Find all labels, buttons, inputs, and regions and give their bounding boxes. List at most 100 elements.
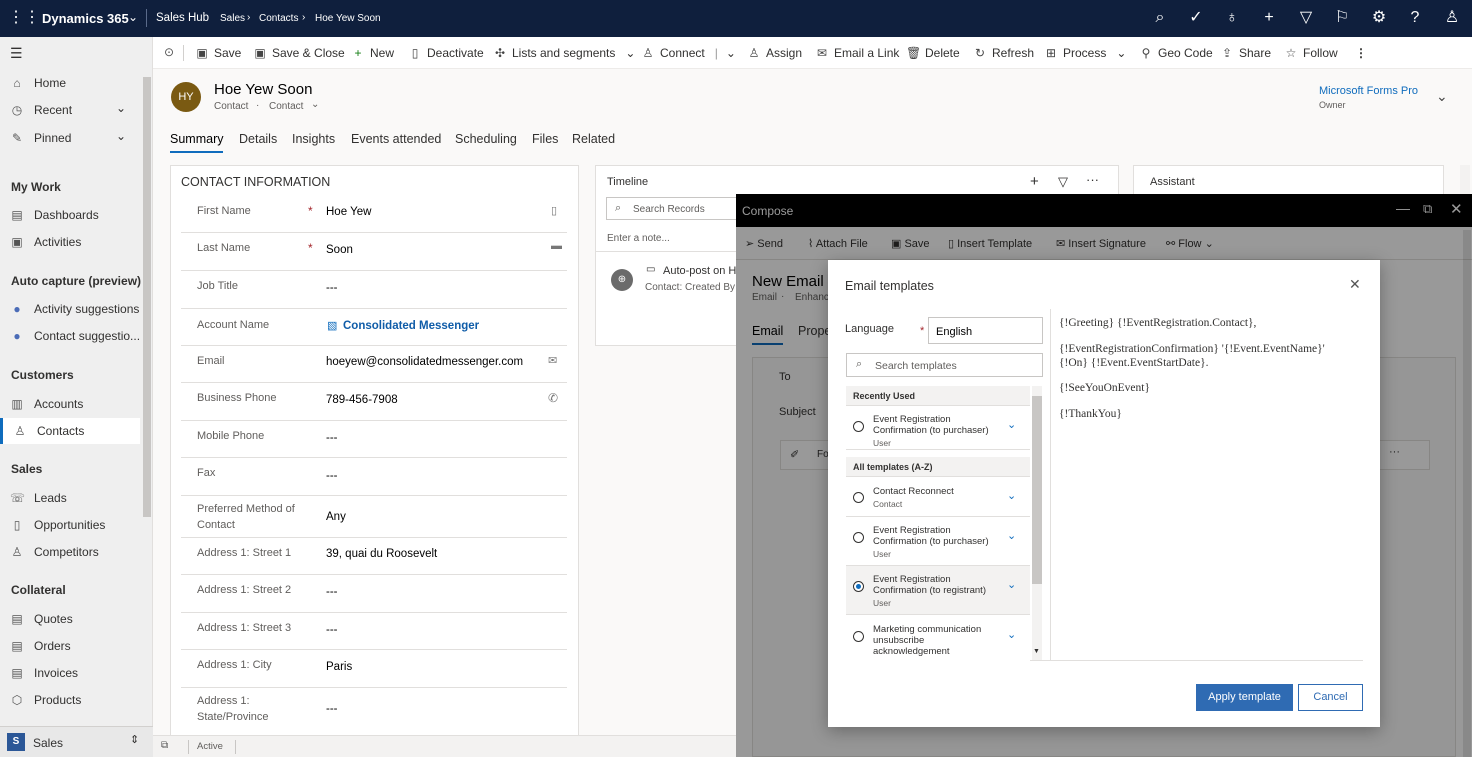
tab-insights[interactable]: Insights (292, 132, 335, 146)
app-launcher-icon[interactable]: ⋮⋮ (8, 8, 40, 28)
template-search-input[interactable]: ⌕ Search templates (846, 353, 1043, 377)
sidebar-item-accounts[interactable]: ▥ Accounts (0, 391, 140, 417)
app-title[interactable]: Dynamics 365 (42, 11, 129, 26)
sidebar-item-pinned[interactable]: ✎ Pinned ⌄ (0, 125, 140, 151)
tab-details[interactable]: Details (239, 132, 277, 146)
refresh-button[interactable]: ↻ Refresh (973, 46, 1034, 60)
scroll-down-icon[interactable]: ▼ (1033, 648, 1040, 655)
chevron-down-icon[interactable]: ⌄ (116, 101, 126, 115)
help-icon[interactable]: ? (1405, 8, 1425, 28)
chevron-down-icon[interactable]: ⌄ (1007, 489, 1016, 502)
field-fax[interactable]: Fax --- (181, 458, 567, 496)
tab-files[interactable]: Files (532, 132, 558, 146)
chevron-down-icon[interactable]: ⌄ (1007, 578, 1016, 591)
form-selector[interactable]: Contact (269, 101, 303, 112)
template-item[interactable]: Contact Reconnect Contact ⌄ (846, 477, 1030, 517)
lists-segments-button[interactable]: ✣ Lists and segments ⌄ (493, 46, 635, 60)
sidebar-item-opportunities[interactable]: ▯ Opportunities (0, 512, 140, 538)
deactivate-button[interactable]: ▯ Deactivate (408, 46, 484, 60)
field-mobile-phone[interactable]: Mobile Phone --- (181, 421, 567, 458)
template-item[interactable]: Event Registration Confirmation (to purc… (846, 406, 1030, 450)
field-city[interactable]: Address 1: City Paris (181, 650, 567, 688)
search-icon[interactable]: ⌕ (1150, 8, 1170, 28)
area-switcher[interactable]: S Sales ⇕ (0, 726, 153, 757)
field-email[interactable]: Email hoeyew@consolidatedmessenger.com ✉ (181, 346, 567, 383)
hamburger-icon[interactable]: ☰ (10, 45, 23, 62)
new-button[interactable]: + New (351, 46, 394, 60)
timeline-post-title[interactable]: Auto-post on H (663, 265, 736, 277)
sidebar-item-leads[interactable]: ☏ Leads (0, 485, 140, 511)
field-first-name[interactable]: First Name * Hoe Yew ▯ (181, 195, 567, 233)
timeline-search[interactable]: ⌕ Search Records (606, 197, 746, 220)
task-icon[interactable]: ✓ (1186, 8, 1206, 28)
radio-button[interactable] (853, 532, 864, 543)
cancel-button[interactable]: Cancel (1298, 684, 1363, 711)
open-window-icon[interactable]: ⧉ (161, 740, 168, 751)
template-item[interactable]: Marketing communication unsubscribe ackn… (846, 615, 1030, 661)
add-icon[interactable]: + (1030, 173, 1039, 190)
field-street-1[interactable]: Address 1: Street 1 39, quai du Roosevelt (181, 538, 567, 575)
send-email-icon[interactable]: ✉ (548, 354, 557, 367)
owner-link[interactable]: Microsoft Forms Pro (1319, 85, 1418, 97)
tab-related[interactable]: Related (572, 132, 615, 146)
assistant-icon[interactable]: ⚐ (1332, 8, 1352, 28)
save-close-button[interactable]: ▣ Save & Close (253, 46, 344, 60)
lightbulb-icon[interactable]: ♁ (1222, 8, 1242, 28)
chevron-down-icon[interactable]: ⌄ (311, 99, 319, 110)
field-state-province[interactable]: Address 1: State/Province --- (181, 688, 567, 730)
assign-button[interactable]: ♙ Assign (747, 46, 802, 60)
chevron-down-icon[interactable]: ⌄ (1007, 628, 1016, 641)
template-list-scrollbar[interactable]: ▼ (1032, 386, 1042, 660)
sidebar-item-quotes[interactable]: ▤ Quotes (0, 606, 140, 632)
user-icon[interactable]: ♙ (1442, 8, 1462, 28)
sidebar-item-home[interactable]: ⌂ Home (0, 70, 140, 96)
field-street-2[interactable]: Address 1: Street 2 --- (181, 575, 567, 613)
field-street-3[interactable]: Address 1: Street 3 --- (181, 613, 567, 650)
process-button[interactable]: ⊞ Process ⌄ (1044, 46, 1126, 60)
sidebar-item-activities[interactable]: ▣ Activities (0, 229, 140, 255)
field-job-title[interactable]: Job Title --- (181, 271, 567, 309)
header-expand-chevron-icon[interactable]: ⌄ (1436, 88, 1448, 105)
apply-template-button[interactable]: Apply template (1196, 684, 1293, 711)
sidebar-item-invoices[interactable]: ▤ Invoices (0, 660, 140, 686)
field-last-name[interactable]: Last Name * Soon ▬ (181, 233, 567, 271)
settings-icon[interactable]: ⚙ (1369, 8, 1389, 28)
back-icon[interactable]: ⊙ (164, 45, 174, 59)
more-icon[interactable]: ··· (1086, 172, 1099, 187)
sidebar-item-contact-suggestions[interactable]: ● Contact suggestio... (0, 323, 140, 349)
filter-icon[interactable]: ▽ (1296, 8, 1316, 28)
note-input[interactable]: Enter a note... (607, 233, 670, 244)
template-item-selected[interactable]: Event Registration Confirmation (to regi… (846, 566, 1030, 615)
chevron-down-icon[interactable]: ⌄ (1007, 529, 1016, 542)
tab-summary[interactable]: Summary (170, 132, 223, 146)
sidebar-item-orders[interactable]: ▤ Orders (0, 633, 140, 659)
connect-button[interactable]: ♙ Connect | ⌄ (641, 46, 736, 60)
field-preferred-method[interactable]: Preferred Method of Contact Any (181, 496, 567, 538)
chevron-down-icon[interactable]: ⌄ (726, 46, 736, 60)
sidebar-item-competitors[interactable]: ♙ Competitors (0, 539, 140, 565)
hub-name[interactable]: Sales Hub (156, 12, 209, 24)
filter-icon[interactable]: ▽ (1058, 174, 1068, 190)
chevron-down-icon[interactable]: ⌄ (1007, 418, 1016, 431)
share-button[interactable]: ⇪ Share (1220, 46, 1271, 60)
email-link-button[interactable]: ✉ Email a Link (815, 46, 899, 60)
sidebar-scrollbar[interactable] (143, 77, 151, 517)
sidebar-item-products[interactable]: ⬡ Products (0, 687, 140, 713)
chevron-down-icon[interactable]: ⌄ (128, 10, 138, 24)
more-commands-icon[interactable]: ⋮ (1355, 46, 1367, 60)
compose-scrollbar[interactable] (1463, 230, 1471, 757)
language-select[interactable]: English (928, 317, 1043, 344)
sidebar-item-recent[interactable]: ◷ Recent ⌄ (0, 97, 140, 123)
breadcrumb-contacts[interactable]: Contacts (259, 13, 298, 24)
chevron-down-icon[interactable]: ⌄ (116, 129, 126, 143)
field-account-name[interactable]: Account Name ▧ Consolidated Messenger (181, 309, 567, 346)
follow-button[interactable]: ☆ Follow (1284, 46, 1338, 60)
breadcrumb-sales[interactable]: Sales (220, 13, 245, 24)
close-icon[interactable]: ✕ (1349, 276, 1361, 293)
geo-code-button[interactable]: ⚲ Geo Code (1139, 46, 1213, 60)
account-link[interactable]: Consolidated Messenger (343, 320, 479, 332)
delete-button[interactable]: 🗑 Delete (906, 46, 960, 60)
template-item[interactable]: Event Registration Confirmation (to purc… (846, 517, 1030, 566)
field-business-phone[interactable]: Business Phone 789-456-7908 ✆ (181, 383, 567, 421)
save-button[interactable]: ▣ Save (195, 46, 241, 60)
